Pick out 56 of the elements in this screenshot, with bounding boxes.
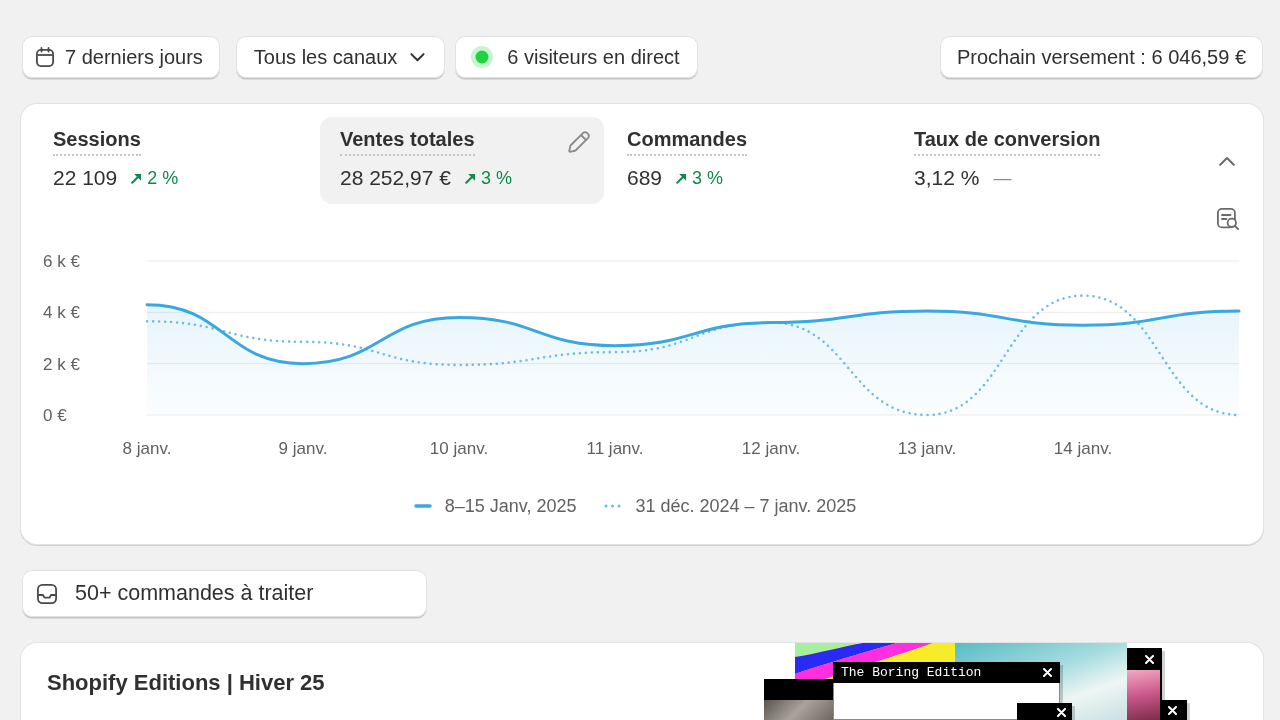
arrow-up-right-icon — [131, 172, 143, 184]
chevron-down-icon — [410, 52, 426, 62]
payout-button[interactable]: Prochain versement : 6 046,59 € — [939, 36, 1263, 78]
x-axis-label: 14 janv. — [1053, 439, 1113, 458]
close-icon — [1168, 706, 1177, 715]
close-icon — [1057, 708, 1066, 717]
legend-dotted-line-icon — [604, 504, 623, 508]
metric-value: 689 — [627, 166, 663, 190]
date-range-button[interactable]: 7 derniers jours — [22, 36, 220, 78]
metric-tab[interactable]: Commandes 689 3 % — [607, 117, 891, 204]
metric-change: — — [993, 167, 1012, 189]
photo-placeholder — [764, 700, 833, 720]
section-title: Shopify Editions | Hiver 25 — [47, 670, 325, 695]
y-axis-label: 6 k € — [43, 252, 80, 271]
orders-to-process-button[interactable]: 50+ commandes à traiter — [22, 570, 427, 617]
legend-label: 31 déc. 2024 – 7 janv. 2025 — [635, 495, 857, 517]
y-axis-label: 0 € — [43, 406, 67, 425]
x-axis-label: 11 janv. — [586, 439, 644, 458]
metric-value: 22 109 — [53, 166, 118, 190]
x-axis-label: 13 janv. — [897, 439, 957, 458]
metric-label: Taux de conversion — [914, 128, 1101, 156]
arrow-up-right-icon — [676, 172, 688, 184]
chevron-up-icon — [1219, 155, 1235, 166]
metric-label: Ventes totales — [340, 128, 475, 156]
pencil-icon — [568, 131, 590, 153]
legend-label: 8–15 Janv, 2025 — [444, 495, 577, 517]
report-search-icon — [1217, 208, 1239, 230]
metric-change: 3 % — [692, 167, 724, 189]
legend-line-icon — [413, 504, 432, 508]
live-visitors-button[interactable]: 6 visiteurs en direct — [455, 36, 698, 78]
live-dot-icon — [471, 46, 494, 68]
collapse-button[interactable] — [1219, 155, 1235, 166]
close-icon — [1145, 655, 1154, 664]
metric-tab[interactable]: Taux de conversion 3,12 % — — [894, 117, 1178, 204]
report-button[interactable] — [1217, 208, 1239, 230]
metric-tab[interactable]: Ventes totales 28 252,97 € 3 % — [320, 117, 604, 204]
x-axis-label: 9 janv. — [278, 439, 328, 458]
y-axis-label: 4 k € — [43, 303, 80, 323]
metric-value: 28 252,97 € — [340, 166, 451, 190]
window-title: The Boring Edition — [841, 665, 982, 680]
metric-label: Sessions — [53, 128, 141, 156]
metric-label: Commandes — [627, 128, 748, 156]
x-axis-label: 10 janv. — [429, 439, 489, 458]
metric-tab[interactable]: Sessions 22 109 2 % — [33, 117, 317, 204]
x-axis-label: 12 janv. — [741, 439, 801, 458]
x-axis-label: 8 janv. — [122, 439, 172, 458]
y-axis-label: 2 k € — [43, 354, 80, 374]
metric-change: 2 % — [147, 167, 179, 189]
channel-dropdown[interactable]: Tous les canaux — [235, 36, 446, 78]
inbox-icon — [37, 583, 57, 604]
metric-change: 3 % — [480, 167, 512, 189]
arrow-up-right-icon — [464, 172, 476, 184]
calendar-icon — [35, 47, 55, 67]
close-icon — [1043, 668, 1052, 677]
edit-button[interactable] — [568, 128, 590, 153]
metric-value: 3,12 % — [914, 166, 980, 190]
